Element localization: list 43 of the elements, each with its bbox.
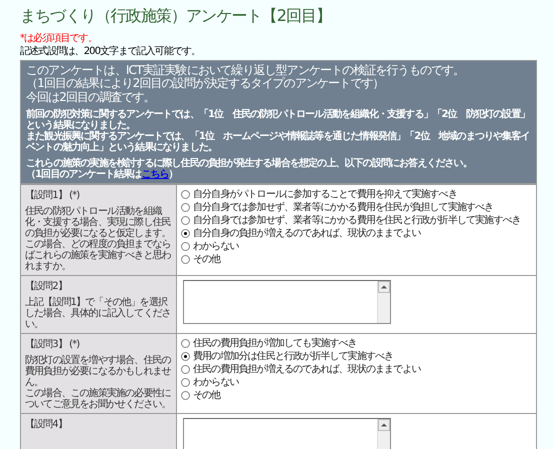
radio-button[interactable] [181, 216, 190, 225]
question-text: 住民の防犯パトロール活動を組織化・支援する場合、実現に際し住民の負担が必要になると仮定します。 [25, 206, 172, 239]
option-label[interactable]: わからない [193, 240, 239, 252]
text-area[interactable] [183, 418, 391, 449]
radio-button[interactable] [181, 228, 190, 238]
question-text: この場合、この施策実施の必要性についてご意見をお聞かせください。 [25, 388, 172, 410]
radio-button[interactable] [181, 202, 190, 212]
question-label: 【設問1】 (*) [25, 190, 80, 201]
result-link-sentence: （1回目のアンケート結果はこちら） [26, 168, 179, 180]
intro-text: 今回は2回目の調査です。 [26, 90, 156, 104]
option-label[interactable]: 住民の費用負担が増加しても実施すべき [193, 338, 357, 349]
radio-button[interactable] [181, 352, 190, 361]
intro-paragraph: また観光振興に関するアンケートでは、「1位 ホームページや情報誌等を通じた情報発信」「2位 地域のまつりや集客イベントの魅力向上」という結果になりました。 [26, 130, 531, 153]
option-label[interactable]: 自分自身の負担が増えるのであれば、現状のままでよい [193, 228, 421, 239]
option-label[interactable]: 自分自身では参加せず、業者等にかかる費用を住民と行政が折半して実施すべき [193, 214, 521, 226]
option-label[interactable]: 自分自身では参加せず、業者等にかかる費用を住民が負担して実施すべき [193, 202, 494, 213]
question-label: 【設問3】 (*) [25, 338, 80, 350]
intro-text: （1回目の結果により2回目の設問が決定するタイプのアンケートです） [26, 77, 385, 91]
question-text: 上記【設問1】で「その他」を選択した場合、具体的に記入してください。 [25, 296, 172, 330]
radio-button[interactable] [181, 338, 190, 348]
option-label[interactable]: 自分自身がパトロールに参加することで費用を抑えて実施すべき [193, 188, 457, 200]
text-area[interactable] [183, 280, 391, 324]
radio-button[interactable] [181, 390, 190, 400]
option-label[interactable]: わからない [193, 376, 239, 388]
question-text: この場合、どの程度の負担までならばこれらの施策を実施すべきと思われますか。 [25, 238, 172, 272]
radio-button[interactable] [181, 378, 190, 387]
option-label[interactable]: その他 [193, 254, 220, 265]
required-note: *は必須項目です。 [20, 33, 98, 44]
radio-button[interactable] [181, 364, 190, 374]
radio-button[interactable] [181, 242, 190, 251]
question-label: 【設問2】 [25, 280, 68, 292]
intro-paragraph: 前回の防犯対策に関するアンケートでは、「1位 住民の防犯パトロール活動を組織化・支援する」「2位 防犯灯の設置」という結果になりました。 [26, 108, 531, 131]
radio-button[interactable] [181, 254, 190, 264]
option-label[interactable]: 住民の費用負担が増えるのであれば、現状のままでよい [193, 364, 421, 375]
input-note: 記述式設問は、200文字まで記入可能です。 [20, 46, 202, 58]
question-label: 【設問4】 [25, 418, 68, 430]
option-label[interactable]: その他 [193, 390, 220, 401]
page-title: まちづくり（行政施策）アンケート【2回目】 [20, 6, 332, 26]
option-label[interactable]: 費用の増加分は住民と行政が折半して実施すべき [193, 350, 394, 362]
intro-paragraph: これらの施策の実施を検討するに際し住民の負担が発生する場合を想定の上、以下の設問にお答えください。 [26, 158, 473, 169]
intro-text: このアンケートは、ICT実証実験において繰り返し型アンケートの検証を行うものです。 [26, 64, 466, 78]
question-text: 防犯灯の設置を増やす場合、住民の費用負担が必要になるかもしれません。 [25, 354, 172, 388]
radio-button[interactable] [181, 190, 190, 199]
